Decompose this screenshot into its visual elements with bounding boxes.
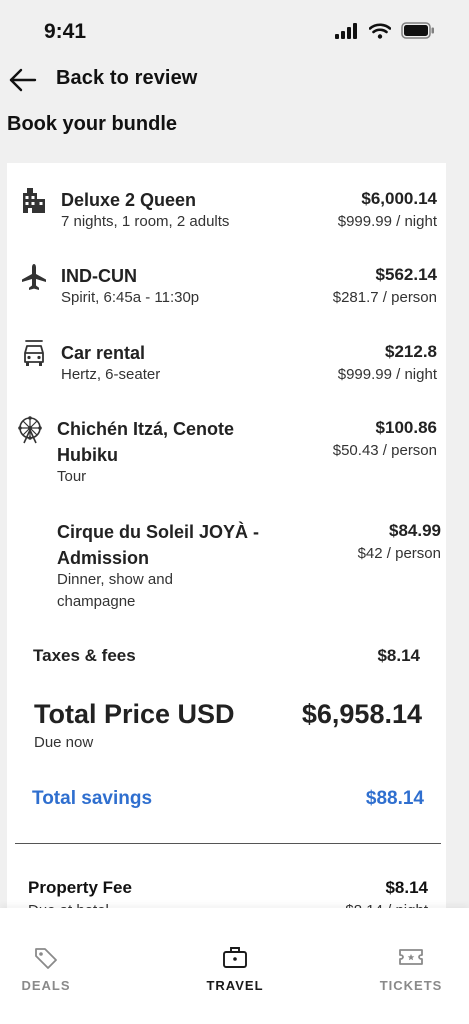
briefcase-icon xyxy=(223,947,247,968)
tag-icon xyxy=(35,948,57,969)
divider xyxy=(15,843,441,844)
tab-label: TRAVEL xyxy=(206,978,264,993)
back-label: Back to review xyxy=(56,67,198,89)
tab-deals[interactable]: DEALS xyxy=(0,908,124,1008)
status-icons xyxy=(335,22,435,39)
item-unit-price: $999.99 / night xyxy=(337,213,437,230)
bundle-item-tour[interactable]: Chichén Itzá, Cenote Hubiku Tour $100.86… xyxy=(7,416,446,496)
taxes-fees-value: $8.14 xyxy=(377,646,420,665)
car-icon xyxy=(24,340,44,366)
status-time: 9:41 xyxy=(44,20,87,43)
ferris-wheel-icon xyxy=(18,416,42,444)
item-title-line2: Hubiku xyxy=(57,445,118,465)
bundle-card: Deluxe 2 Queen 7 nights, 1 room, 2 adult… xyxy=(7,163,446,943)
due-now-label: Due now xyxy=(34,734,94,751)
total-savings-label: Total savings xyxy=(32,788,153,809)
item-price: $212.8 xyxy=(385,342,437,361)
item-title-line2: Admission xyxy=(57,548,150,568)
item-unit-price: $42 / person xyxy=(357,545,441,562)
bottom-tab-bar: DEALS TRAVEL TICKETS xyxy=(0,908,469,1024)
item-subtitle: Tour xyxy=(57,468,87,485)
item-unit-price: $999.99 / night xyxy=(337,366,437,383)
taxes-fees-label: Taxes & fees xyxy=(33,646,136,665)
item-title: Cirque du Soleil JOYÀ - xyxy=(57,522,260,542)
tab-tickets[interactable]: TICKETS xyxy=(333,908,469,1008)
tab-label: TICKETS xyxy=(379,978,443,993)
ticket-icon xyxy=(399,949,423,965)
total-price-value: $6,958.14 xyxy=(301,699,422,729)
bundle-item-car-rental[interactable]: Car rental Hertz, 6-seater $212.8 $999.9… xyxy=(7,340,446,400)
item-unit-price: $50.43 / person xyxy=(332,442,437,459)
tab-label: DEALS xyxy=(21,978,71,993)
item-subtitle: Dinner, show and xyxy=(57,571,173,588)
wifi-icon xyxy=(369,22,391,39)
bundle-item-flight[interactable]: IND-CUN Spirit, 6:45a - 11:30p $562.14 $… xyxy=(7,263,446,323)
item-title: IND-CUN xyxy=(61,266,137,286)
item-unit-price: $281.7 / person xyxy=(332,289,437,306)
hotel-icon xyxy=(23,188,45,213)
bundle-item-hotel[interactable]: Deluxe 2 Queen 7 nights, 1 room, 2 adult… xyxy=(7,187,446,247)
item-title: Chichén Itzá, Cenote xyxy=(57,419,235,439)
airplane-icon xyxy=(22,264,46,290)
item-price: $100.86 xyxy=(375,418,437,437)
item-price: $6,000.14 xyxy=(361,189,437,208)
item-title: Deluxe 2 Queen xyxy=(61,190,197,210)
item-price: $84.99 xyxy=(389,521,441,540)
item-title: Car rental xyxy=(61,343,146,363)
item-price: $562.14 xyxy=(375,265,437,284)
signal-icon xyxy=(335,22,357,39)
total-price-label: Total Price USD xyxy=(34,699,235,729)
tab-travel[interactable]: TRAVEL xyxy=(157,908,313,1008)
item-subtitle-line2: champagne xyxy=(57,593,136,610)
total-savings-value: $88.14 xyxy=(365,788,424,809)
property-fee-label: Property Fee xyxy=(28,878,132,897)
property-fee-value: $8.14 xyxy=(385,878,428,897)
battery-icon xyxy=(401,22,434,39)
back-to-review-button[interactable]: Back to review xyxy=(0,60,469,100)
status-bar: 9:41 xyxy=(0,0,469,64)
item-subtitle: Spirit, 6:45a - 11:30p xyxy=(61,289,200,306)
page-title: Book your bundle xyxy=(7,113,177,135)
bundle-item-cirque[interactable]: Cirque du Soleil JOYÀ - Admission Dinner… xyxy=(7,519,446,619)
back-arrow-icon xyxy=(9,68,37,92)
item-subtitle: 7 nights, 1 room, 2 adults xyxy=(61,213,230,230)
item-subtitle: Hertz, 6-seater xyxy=(61,366,161,383)
